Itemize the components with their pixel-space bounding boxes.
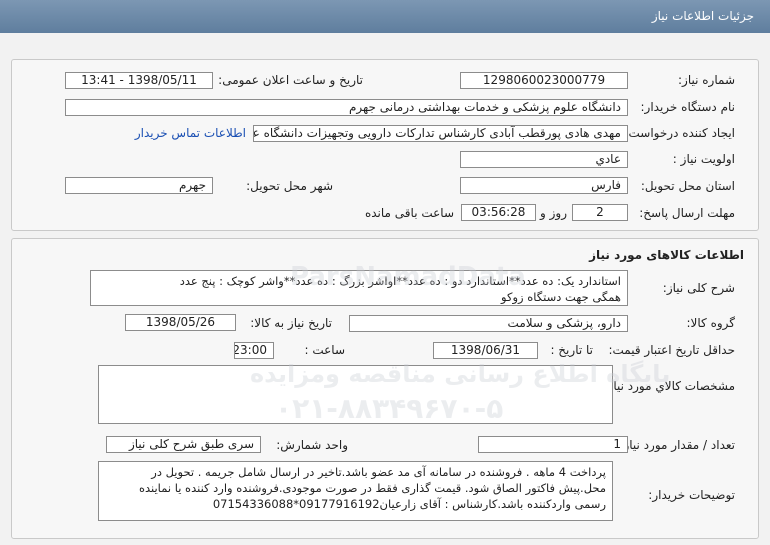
- deadline-label: مهلت ارسال پاسخ:: [639, 206, 735, 220]
- deadline-time-field: 03:56:28: [461, 204, 536, 221]
- need-date-field: 1398/05/26: [125, 314, 236, 331]
- until-date-label: تا تاریخ :: [550, 343, 593, 357]
- announce-datetime-field: 1398/05/11 - 13:41: [65, 72, 213, 89]
- buyer-contact-link[interactable]: اطلاعات تماس خریدار: [135, 126, 246, 140]
- buyer-notes-field: پرداخت 4 ماهه . فروشنده در سامانه آی مد …: [98, 461, 613, 521]
- validity-time-label: ساعت :: [304, 343, 345, 357]
- buyer-notes-line-2: محل.پیش فاکتور الصاق شود. قیمت گذاری فقط…: [138, 481, 606, 495]
- buyer-org-field: دانشگاه علوم پزشکی و خدمات بهداشتی درمان…: [65, 99, 628, 116]
- unit-label: واحد شمارش:: [276, 438, 348, 452]
- creator-label: ایجاد کننده درخواست:: [624, 126, 735, 140]
- priority-label: اولویت نیاز :: [672, 152, 735, 166]
- city-field: جهرم: [65, 177, 213, 194]
- need-number-label: شماره نیاز:: [678, 73, 735, 87]
- buyer-notes-line-3: رسمی واردکننده باشد.کارشناس : آقای زارعی…: [212, 497, 606, 511]
- required-count-field: 1: [478, 436, 628, 453]
- goods-section-title: اطلاعات کالاهای مورد نیاز: [589, 248, 744, 262]
- unit-field: سری طبق شرح کلی نیاز: [106, 436, 261, 453]
- city-label: شهر محل تحویل:: [246, 179, 333, 193]
- buyer-notes-line-1: پرداخت 4 ماهه . فروشنده در سامانه آی مد …: [151, 465, 606, 479]
- validity-time-field: 23:00: [234, 342, 274, 359]
- province-label: استان محل تحویل:: [640, 179, 735, 193]
- creator-field: مهدی هادی پورقطب آبادی کارشناس تدارکات د…: [253, 125, 628, 142]
- required-count-label: تعداد / مقدار مورد نیاز:: [619, 438, 735, 452]
- watermark-phone: ۰۲۱-۸۸۳۴۹۶۷۰-۵: [275, 392, 504, 425]
- goods-group-field: دارو، پزشکی و سلامت: [349, 315, 628, 332]
- goods-group-label: گروه کالا:: [686, 316, 736, 330]
- page-header: جزئیات اطلاعات نیاز: [0, 0, 770, 33]
- need-info-panel: شماره نیاز: 1298060023000779 تاریخ و ساع…: [11, 59, 759, 231]
- buyer-org-label: نام دستگاه خریدار:: [640, 100, 736, 114]
- need-date-label: تاریخ نیاز به کالا:: [250, 316, 332, 330]
- priority-field: عادي: [460, 151, 628, 168]
- page-title: جزئیات اطلاعات نیاز: [651, 9, 754, 23]
- deadline-remaining-label: ساعت باقی مانده: [364, 206, 454, 220]
- watermark-brand: ParsNamadData: [290, 262, 526, 292]
- need-number-field: 1298060023000779: [460, 72, 628, 89]
- general-desc-label: شرح کلی نیاز:: [662, 281, 735, 295]
- province-field: فارس: [460, 177, 628, 194]
- deadline-days-field: 2: [572, 204, 628, 221]
- buyer-notes-label: توضیحات خریدار:: [648, 488, 735, 502]
- watermark-site-name: پایگاه اطلاع رسانی مناقصه ومزایده: [250, 360, 671, 388]
- announce-datetime-label: تاریخ و ساعت اعلان عمومی:: [218, 73, 363, 87]
- price-validity-label: حداقل تاریخ اعتبار قیمت:: [608, 343, 735, 357]
- validity-date-field: 1398/06/31: [433, 342, 538, 359]
- deadline-days-unit: روز و: [540, 206, 567, 220]
